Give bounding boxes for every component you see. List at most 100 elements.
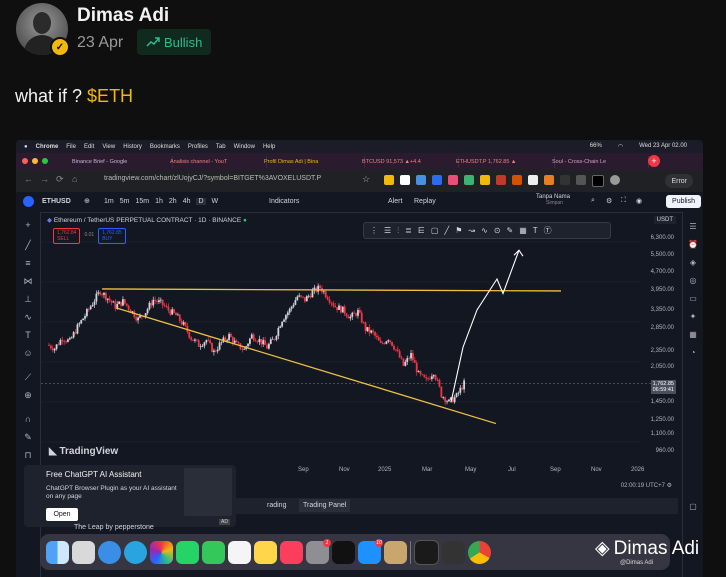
candle-body (154, 299, 157, 301)
candle-body (63, 341, 66, 342)
fullscreen-icon: ⛶ (621, 197, 626, 204)
apple-icon: ● (24, 143, 28, 150)
browser-tab: Soul - Cross-Chain Le (548, 156, 649, 168)
candle-body (61, 339, 64, 342)
candle-body (205, 340, 208, 343)
zoom-icon: ⊕ (24, 390, 32, 400)
channel-icon: ⫶ (397, 225, 400, 235)
notes-icon (254, 540, 277, 564)
candle-body (114, 301, 117, 309)
photos-icon (150, 540, 173, 564)
candle-body (317, 285, 320, 292)
candle-body (273, 338, 276, 340)
browser-tab: Binance Brief - Google (68, 156, 173, 168)
publish-button: Publish (666, 195, 701, 208)
candle-body (417, 371, 420, 373)
candle-body (343, 306, 346, 314)
candle-body (133, 311, 136, 318)
post-text: what if ? $ETH (15, 86, 133, 107)
floating-draw-toolbar: ⋮ ☰ ⫶ ≣ ⋿ ▢ ╱ ⚑ ↝ ∿ ⊙ ✎ ▦ T Ⓣ (363, 222, 611, 239)
candle-body (91, 304, 94, 307)
candle-body (228, 333, 230, 340)
candle-body (300, 295, 302, 297)
terminal-icon (414, 539, 439, 565)
candle-body (48, 344, 50, 346)
calculator-icon (442, 540, 465, 564)
table-icon: ▦ (519, 226, 527, 235)
gear-icon: ⚙ (606, 198, 613, 205)
candle-body (103, 292, 105, 295)
candle-body (340, 305, 342, 313)
candle-body (226, 339, 229, 341)
menu-item-edit: Edit (83, 143, 95, 150)
candle-body (188, 331, 191, 338)
candle-body (355, 313, 357, 316)
candle-body (110, 300, 113, 303)
candle-body (135, 317, 138, 321)
candle-body (349, 316, 352, 319)
crosshair-icon: + (25, 220, 31, 230)
watermark: ◈ Dimas Adi (595, 537, 699, 560)
candle-body (74, 332, 77, 334)
price-label: 2,850.00 (650, 325, 674, 331)
buy-button: 1,762.85 BUY (98, 228, 126, 244)
projection-arrow (450, 250, 520, 403)
candle-body (203, 342, 206, 346)
candle-body (250, 334, 253, 339)
flag-icon: ⚑ (455, 226, 463, 235)
candle-body (150, 302, 153, 306)
candle-body (307, 295, 310, 297)
candle-body (427, 378, 429, 380)
pencil-lock-icon: ✎ (24, 432, 32, 442)
ad-title: Free ChatGPT AI Assistant (46, 470, 142, 479)
candle-body (305, 296, 308, 302)
candle-body (241, 349, 244, 350)
chart-screenshot[interactable]: ● Chrome File Edit View History Bookmark… (16, 140, 703, 577)
leap-text: The Leap by pepperstone (74, 524, 154, 531)
candle-body (89, 306, 92, 310)
candle-body (281, 321, 284, 327)
x-tick-label: Jul (508, 467, 516, 473)
candle-body (197, 340, 200, 347)
ray-icon: ⋿ (417, 226, 425, 235)
ruler-icon: ⟋ (24, 372, 32, 382)
candle-body (400, 357, 403, 359)
menu-item-window: Window (233, 143, 255, 150)
x-tick-label: Sep (298, 467, 309, 473)
username[interactable]: Dimas Adi (77, 5, 169, 27)
brush-icon: ∿ (24, 312, 32, 322)
candle-body (277, 327, 280, 337)
candle-body (336, 307, 339, 310)
candle-body (294, 300, 297, 305)
candle-body (254, 340, 257, 342)
settings-badge: 1 (323, 538, 331, 547)
notifications-icon: ◔ (690, 348, 696, 357)
chart-area: ◆ Ethereum / TetherUS PERPETUAL CONTRACT… (41, 212, 678, 480)
candle-body (357, 309, 359, 316)
candle-body (413, 360, 416, 363)
candle-body (95, 293, 98, 302)
trading-panel-tab: Trading Panel (299, 499, 351, 512)
target-icon: ◎ (689, 276, 697, 285)
eth-logo-icon: ◆ (47, 217, 52, 224)
spread-value: 0.01 (84, 232, 95, 238)
bookmark-star-icon: ☆ (362, 174, 371, 184)
candle-body (176, 314, 179, 316)
candle-body (432, 375, 435, 377)
ticker-link[interactable]: $ETH (87, 86, 133, 106)
candle-body (156, 300, 158, 303)
ad-thumbnail (184, 468, 232, 516)
search-icon: ⌕ (591, 197, 595, 204)
fib-icon: ≡ (25, 258, 31, 268)
candle-body (120, 301, 122, 306)
menu-item-bookmarks: Bookmarks (149, 143, 180, 150)
candle-body (192, 339, 194, 341)
candle-body (216, 349, 219, 352)
pattern-icon: ⋈ (23, 276, 33, 286)
x-tick-label: Sep (550, 467, 561, 473)
drag-handle-icon: ⋮ (370, 226, 378, 235)
price-label: 1,100.00 (650, 431, 674, 437)
hline-icon: ☰ (384, 226, 392, 235)
x-tick-label: 2026 (631, 467, 645, 473)
support-trendline (117, 307, 497, 425)
